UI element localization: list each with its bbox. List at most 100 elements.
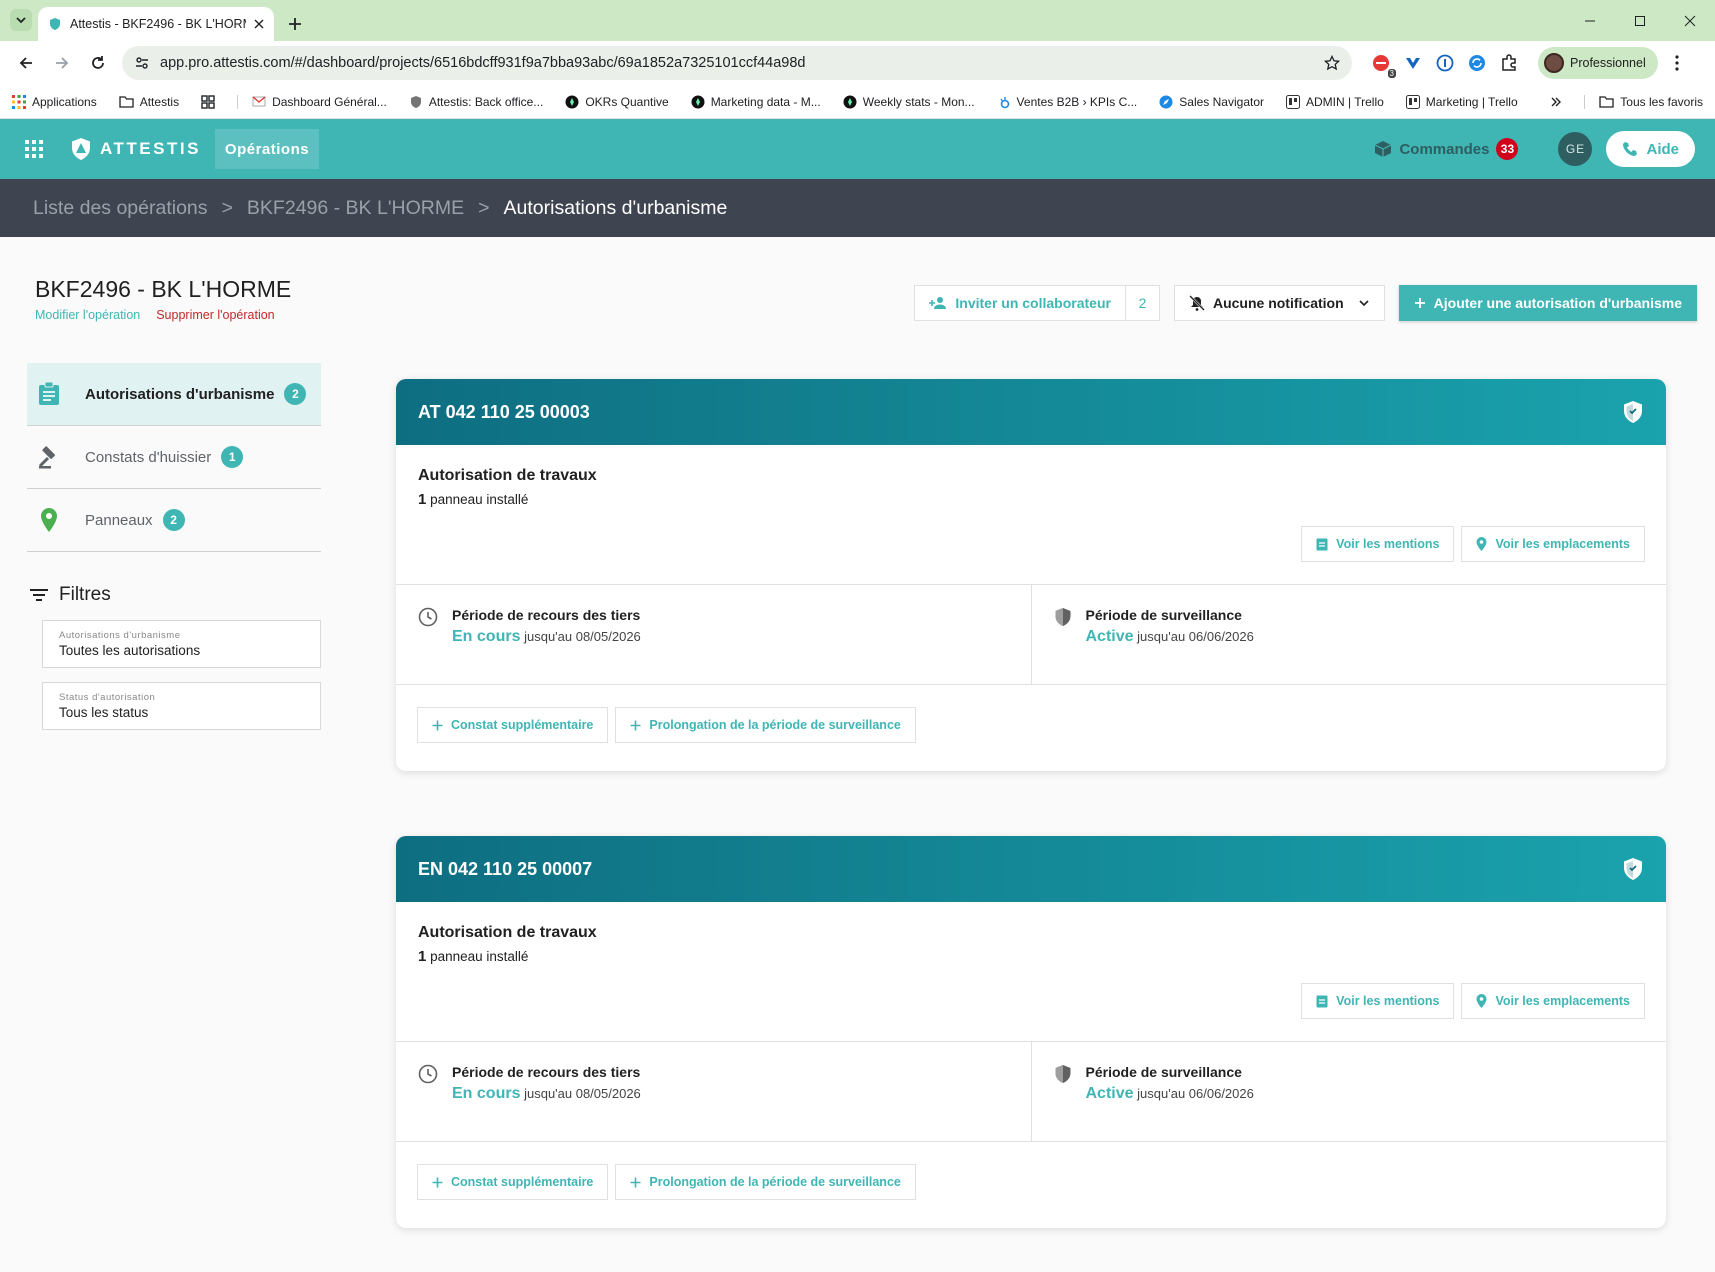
plus-icon xyxy=(432,720,443,730)
surveillance-until: jusqu'au 06/06/2026 xyxy=(1137,1086,1254,1101)
kebab-menu-icon xyxy=(1675,55,1679,71)
bookmark-item[interactable]: OKRs Quantive xyxy=(565,94,669,109)
view-mentions-button[interactable]: Voir les mentions xyxy=(1301,983,1455,1019)
new-tab-button[interactable] xyxy=(280,9,310,39)
close-icon xyxy=(1684,15,1696,26)
bookmark-label: OKRs Quantive xyxy=(585,94,669,109)
filter-value: Tous les status xyxy=(59,705,149,720)
map-pin-icon xyxy=(35,506,63,534)
bookmark-item[interactable]: Weekly stats - Mon... xyxy=(843,95,975,109)
site-settings-icon[interactable] xyxy=(134,55,150,71)
authorization-id: EN 042 110 25 00007 xyxy=(418,858,593,879)
help-button[interactable]: Aide xyxy=(1606,131,1695,167)
breadcrumb-operations-list[interactable]: Liste des opérations xyxy=(33,197,208,220)
tab-search-button[interactable] xyxy=(10,9,32,31)
extension-1password[interactable] xyxy=(1432,50,1458,76)
filter-authorization-status[interactable]: Status d'autorisation Tous les status xyxy=(42,682,321,730)
surveillance-period: Période de surveillance Active jusqu'au … xyxy=(1030,1042,1667,1141)
bookmark-item[interactable]: Attestis: Back office... xyxy=(409,94,544,109)
count-badge: 1 xyxy=(221,446,244,468)
trello-icon xyxy=(1405,94,1420,109)
bookmark-item[interactable]: Applications xyxy=(12,94,97,109)
extension-sync[interactable] xyxy=(1464,50,1490,76)
modify-operation-link[interactable]: Modifier l'opération xyxy=(35,308,140,322)
view-locations-label: Voir les emplacements xyxy=(1495,537,1630,551)
gavel-icon xyxy=(35,443,63,471)
reload-button[interactable] xyxy=(82,47,114,79)
all-bookmarks-button[interactable]: Tous les favoris xyxy=(1584,94,1703,109)
filter-label: Autorisations d'urbanisme xyxy=(59,630,181,641)
extend-surveillance-button[interactable]: Prolongation de la période de surveillan… xyxy=(615,1164,916,1200)
panel-label: panneau installé xyxy=(430,492,529,507)
bookmark-item[interactable]: Marketing data - M... xyxy=(691,95,821,109)
extend-surveillance-label: Prolongation de la période de surveillan… xyxy=(649,718,901,732)
package-icon xyxy=(1375,141,1392,157)
url-bar[interactable]: app.pro.attestis.com/#/dashboard/project… xyxy=(122,46,1352,80)
browser-tab-active[interactable]: Attestis - BKF2496 - BK L'HORM xyxy=(38,7,274,41)
collaborator-count[interactable]: 2 xyxy=(1124,286,1159,320)
extra-report-button[interactable]: Constat supplémentaire xyxy=(417,1164,609,1200)
back-button[interactable] xyxy=(10,47,42,79)
view-locations-button[interactable]: Voir les emplacements xyxy=(1461,983,1645,1019)
bookmark-item[interactable]: ADMIN | Trello xyxy=(1286,94,1384,109)
bookmark-label: Dashboard Général... xyxy=(272,94,387,109)
sidebar-item-panels[interactable]: Panneaux 2 xyxy=(27,489,321,552)
browser-menu-button[interactable] xyxy=(1664,50,1690,76)
bookmark-item[interactable]: Dashboard Général... xyxy=(237,94,387,109)
chevron-down-icon xyxy=(1359,300,1369,307)
nav-operations[interactable]: Opérations xyxy=(214,129,320,169)
user-avatar[interactable]: GE xyxy=(1558,132,1593,166)
delete-operation-link[interactable]: Supprimer l'opération xyxy=(156,308,274,322)
bookmark-label: Applications xyxy=(32,94,97,109)
bookmarks-overflow-button[interactable] xyxy=(1550,96,1562,108)
arrow-left-icon xyxy=(19,57,32,69)
view-locations-button[interactable]: Voir les emplacements xyxy=(1461,526,1645,562)
breadcrumb-separator: > xyxy=(478,196,490,219)
extension-adblock[interactable]: 3 xyxy=(1368,50,1396,78)
extensions-menu-button[interactable] xyxy=(1496,50,1522,76)
breadcrumb-separator: > xyxy=(221,196,233,219)
app-header: ATTESTIS Opérations Commandes 33 GE Aide xyxy=(0,119,1715,179)
bookmark-label: Attestis: Back office... xyxy=(428,94,544,109)
extra-report-button[interactable]: Constat supplémentaire xyxy=(417,707,609,743)
filters-heading: Filtres xyxy=(27,584,321,606)
double-chevron-right-icon xyxy=(1551,97,1562,106)
breadcrumb-project[interactable]: BKF2496 - BK L'HORME xyxy=(247,197,464,220)
extend-surveillance-button[interactable]: Prolongation de la période de surveillan… xyxy=(615,707,916,743)
profile-button[interactable]: Professionnel xyxy=(1538,47,1658,79)
bookmark-item[interactable]: Ventes B2B › KPIs C... xyxy=(997,95,1137,109)
v-logo-icon xyxy=(1406,58,1420,69)
bookmark-item[interactable] xyxy=(201,94,215,109)
sidebar-item-bailiff-reports[interactable]: Constats d'huissier 1 xyxy=(27,426,321,489)
notification-dropdown[interactable]: Aucune notification xyxy=(1173,285,1385,321)
person-add-icon xyxy=(929,297,947,309)
breadcrumb-current: Autorisations d'urbanisme xyxy=(503,196,728,219)
bookmark-label: ADMIN | Trello xyxy=(1306,94,1384,109)
header-actions: Commandes 33 GE Aide xyxy=(1374,131,1695,167)
invite-collaborator-button[interactable]: Inviter un collaborateur xyxy=(915,286,1125,320)
help-label: Aide xyxy=(1646,140,1679,158)
address-toolbar: app.pro.attestis.com/#/dashboard/project… xyxy=(0,41,1715,85)
view-mentions-button[interactable]: Voir les mentions xyxy=(1301,526,1455,562)
bookmark-item[interactable]: Attestis xyxy=(119,95,179,109)
attestis-logo[interactable]: ATTESTIS xyxy=(70,137,201,161)
chevron-down-icon xyxy=(16,17,26,24)
maximize-button[interactable] xyxy=(1615,0,1665,41)
minimize-button[interactable] xyxy=(1565,0,1615,41)
sidebar-item-authorizations[interactable]: Autorisations d'urbanisme 2 xyxy=(27,363,321,426)
quantive-icon xyxy=(565,95,579,108)
window-close-button[interactable] xyxy=(1665,0,1715,41)
clock-icon xyxy=(418,1064,438,1084)
star-icon[interactable] xyxy=(1324,55,1340,71)
forward-button[interactable] xyxy=(46,47,78,79)
close-icon[interactable] xyxy=(254,19,264,29)
hubspot-icon xyxy=(999,96,1009,108)
orders-button[interactable]: Commandes 33 xyxy=(1374,138,1519,160)
sync-icon xyxy=(1469,55,1485,71)
bookmark-item[interactable]: Sales Navigator xyxy=(1159,95,1264,109)
apps-menu-button[interactable] xyxy=(20,135,48,163)
bookmark-item[interactable]: Marketing | Trello xyxy=(1405,94,1518,109)
filter-authorization-type[interactable]: Autorisations d'urbanisme Toutes les aut… xyxy=(42,620,321,668)
add-authorization-button[interactable]: Ajouter une autorisation d'urbanisme xyxy=(1398,285,1697,321)
extension-vimeo[interactable] xyxy=(1400,50,1426,76)
